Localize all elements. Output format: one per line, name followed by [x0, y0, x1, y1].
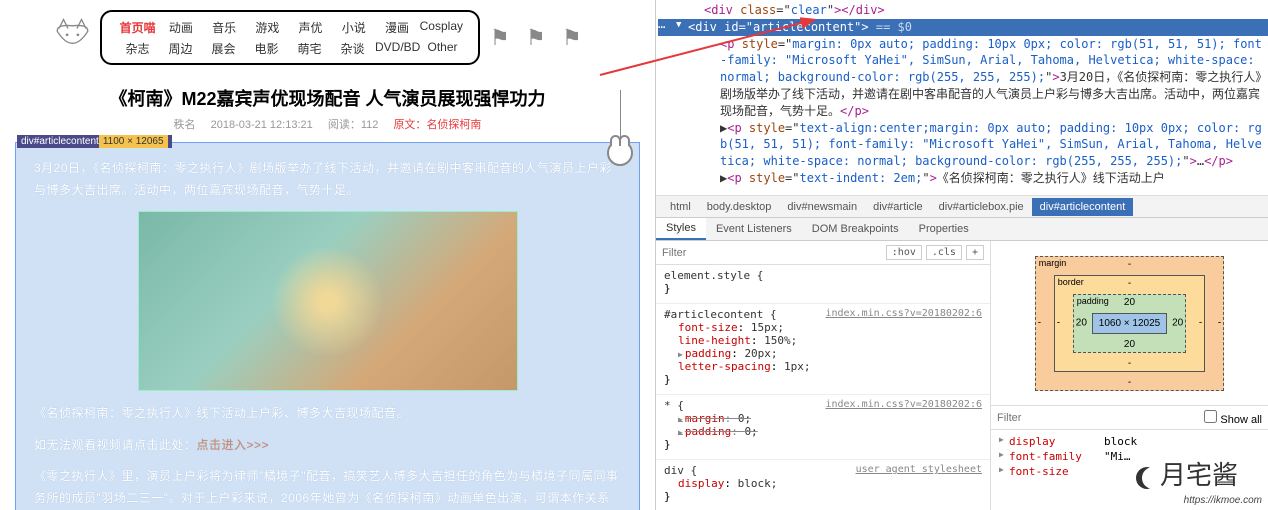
nav-item[interactable]: 游戏 [247, 17, 288, 38]
nav-item[interactable]: 周边 [160, 38, 201, 59]
nav-item[interactable]: 展会 [203, 38, 244, 59]
body-paragraph: 《名侦探柯南：零之执行人》线下活动上户彩、博多大吉现场配音。 [34, 403, 621, 425]
sub-tab[interactable]: Event Listeners [706, 219, 802, 239]
breadcrumb-item[interactable]: div#article [865, 198, 931, 216]
inspect-tooltip: div#articlecontent1100 × 12065 [17, 135, 172, 148]
nav-item[interactable]: 杂志 [117, 38, 158, 59]
elements-tree[interactable]: <div class="clear"></div> ⋯<div id="arti… [656, 0, 1268, 195]
nav-item[interactable]: DVD/BD [375, 38, 420, 59]
nav-item[interactable]: 声优 [290, 17, 331, 38]
site-logo[interactable] [50, 15, 95, 60]
article-image [138, 211, 518, 391]
site-watermark-logo: 月宅酱 [1136, 455, 1238, 492]
video-link[interactable]: 点击进入>>> [197, 438, 270, 452]
nav-item[interactable]: Cosplay [420, 17, 463, 38]
body-paragraph: 如无法观看视频请点击此处：点击进入>>> [34, 435, 621, 457]
sub-tab[interactable]: DOM Breakpoints [802, 219, 909, 239]
breadcrumb[interactable]: htmlbody.desktopdiv#newsmaindiv#articled… [656, 195, 1268, 217]
flag-icon[interactable]: ⚑ [526, 25, 554, 53]
article-title: 《柯南》M22嘉宾声优现场配音 人气演员展现强悍功力 [15, 75, 640, 116]
flag-icon[interactable]: ⚑ [562, 25, 590, 53]
breadcrumb-item[interactable]: div#articlebox.pie [931, 198, 1032, 216]
nav-item[interactable]: 动画 [160, 17, 201, 38]
site-watermark-url: https://ikmoe.com [1184, 495, 1262, 506]
sub-tab[interactable]: Styles [656, 218, 706, 240]
styles-tabs[interactable]: StylesEvent ListenersDOM BreakpointsProp… [656, 217, 1268, 241]
nav-menu: 首页喵动画音乐游戏声优小说漫画Cosplay 杂志周边展会电影萌宅杂谈DVD/B… [100, 10, 480, 65]
nav-item[interactable]: 杂谈 [332, 38, 373, 59]
styles-filter-input[interactable] [662, 247, 882, 259]
nav-item[interactable]: 首页喵 [117, 17, 158, 38]
styles-pane[interactable]: :hov .cls + element.style {}#articlecont… [656, 241, 991, 510]
selected-element[interactable]: ⋯<div id="articlecontent"> == $0 [664, 19, 1268, 36]
sub-tab[interactable]: Properties [909, 219, 979, 239]
flag-icon[interactable]: ⚑ [490, 25, 518, 53]
devtools-panel: <div class="clear"></div> ⋯<div id="arti… [655, 0, 1268, 510]
breadcrumb-item[interactable]: body.desktop [699, 198, 780, 216]
top-nav: 首页喵动画音乐游戏声优小说漫画Cosplay 杂志周边展会电影萌宅杂谈DVD/B… [10, 10, 645, 70]
cls-toggle[interactable]: .cls [926, 245, 962, 260]
nav-item[interactable]: Other [422, 38, 463, 59]
nav-item[interactable]: 漫画 [376, 17, 417, 38]
show-all-toggle[interactable]: Show all [1204, 410, 1262, 426]
body-paragraph: 3月20日，《名侦探柯南：零之执行人》剧场版举办了线下活动，并邀请在剧中客串配音… [34, 158, 621, 201]
mascot-icon [605, 90, 635, 166]
nav-item[interactable]: 音乐 [203, 17, 244, 38]
breadcrumb-item[interactable]: div#newsmain [779, 198, 865, 216]
hov-toggle[interactable]: :hov [886, 245, 922, 260]
nav-item[interactable]: 电影 [246, 38, 287, 59]
body-paragraph: 《零之执行人》里，演员上户彩将为律师"橘境子"配音，搞笑艺人博多大吉担任的角色为… [34, 466, 621, 510]
computed-filter-input[interactable] [997, 412, 1204, 424]
breadcrumb-item[interactable]: div#articlecontent [1032, 198, 1134, 216]
article-content: 3月20日，《名侦探柯南：零之执行人》剧场版举办了线下活动，并邀请在剧中客串配音… [15, 142, 640, 510]
nav-item[interactable]: 萌宅 [289, 38, 330, 59]
add-rule-button[interactable]: + [966, 245, 984, 260]
breadcrumb-item[interactable]: html [662, 198, 699, 216]
box-model[interactable]: margin ---- border ---- padding 20202020… [991, 241, 1268, 406]
nav-item[interactable]: 小说 [333, 17, 374, 38]
